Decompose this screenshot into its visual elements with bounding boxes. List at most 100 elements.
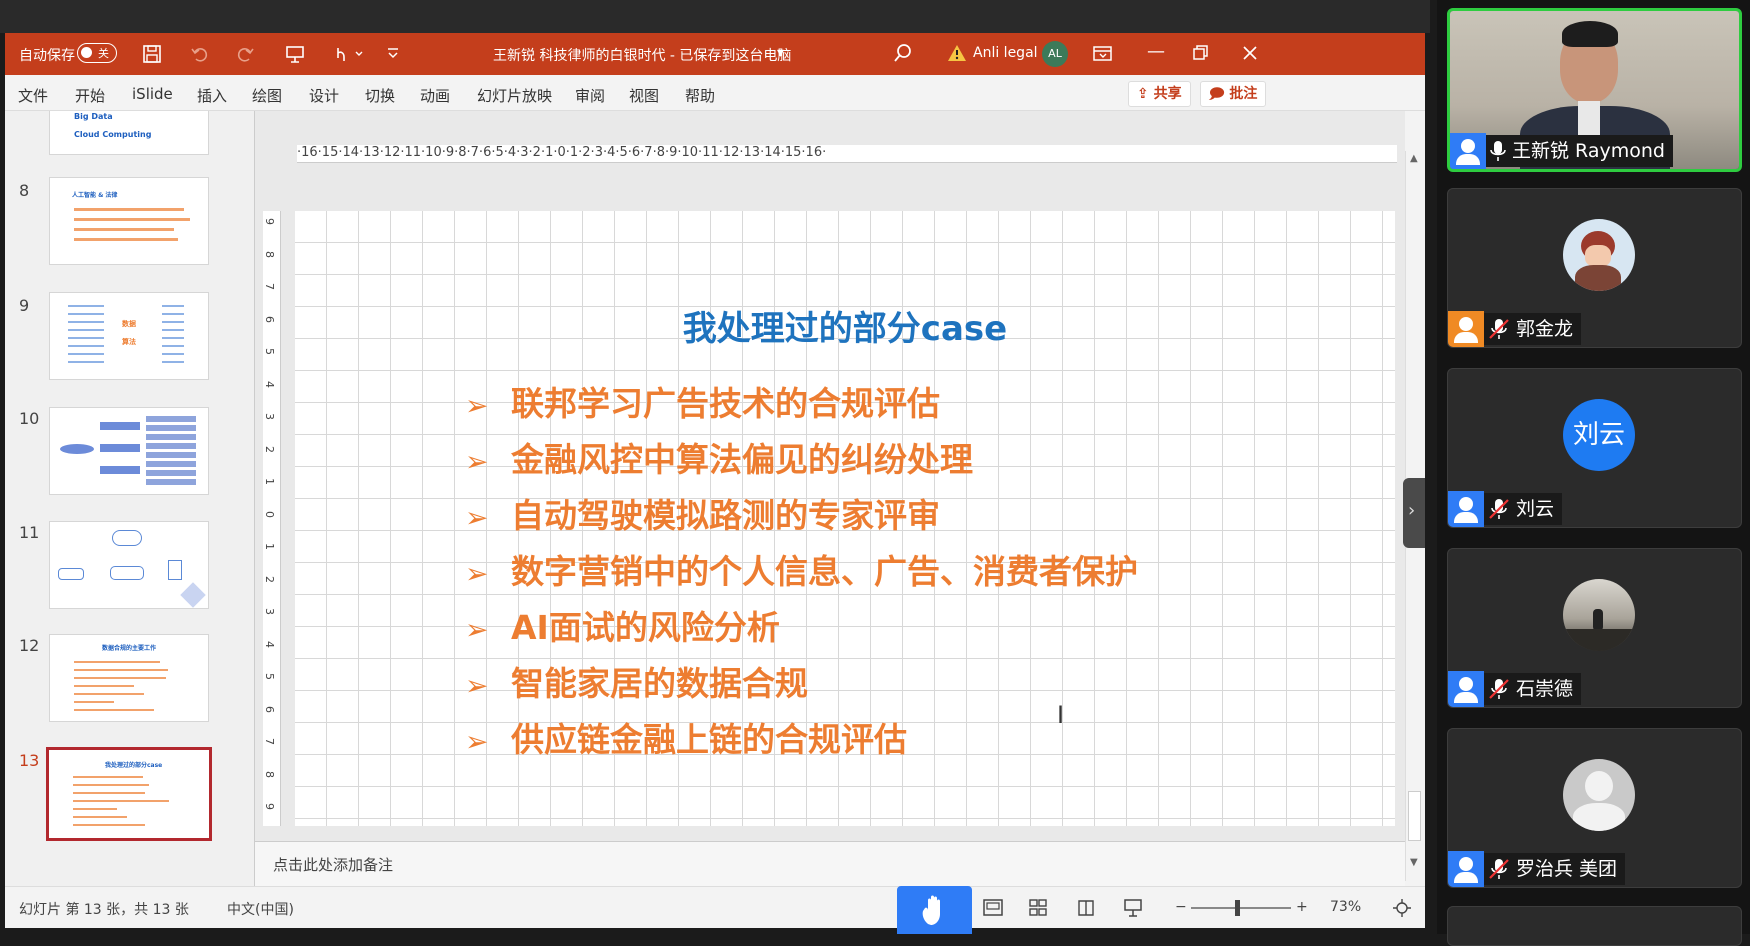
avatar: 刘云 (1563, 399, 1635, 471)
fit-to-window-icon[interactable] (1393, 899, 1411, 917)
mic-icon (1490, 141, 1506, 161)
bullet-item[interactable]: ➢ AI面试的风险分析 (465, 601, 780, 651)
avatar (1563, 579, 1635, 651)
bullet-item[interactable]: ➢ 供应链金融上链的合规评估 (465, 713, 907, 763)
participant-nametag: 石崇德 (1448, 671, 1582, 707)
zoom-level[interactable]: 73% (1330, 899, 1361, 915)
slide-thumbnail-12[interactable]: 数据合规的主要工作 (49, 634, 209, 722)
menu-draw[interactable]: 绘图 (252, 85, 282, 106)
menu-transitions[interactable]: 切换 (365, 85, 395, 106)
redo-icon[interactable] (235, 44, 255, 64)
bullet-item[interactable]: ➢ 金融风控中算法偏见的纠纷处理 (465, 433, 973, 483)
notes-pane[interactable]: 点击此处添加备注 (255, 841, 1405, 886)
zoom-in-icon[interactable]: + (1296, 899, 1308, 915)
user-icon (1448, 671, 1484, 707)
scroll-up-icon[interactable]: ▲ (1410, 153, 1418, 164)
participant-nametag: 刘云 (1448, 491, 1563, 527)
ribbon-display-options-icon[interactable] (1093, 45, 1113, 63)
participant-tile-partial[interactable] (1447, 906, 1742, 946)
chevron-right-icon: › (1408, 500, 1416, 521)
status-bar: 幻灯片 第 13 张，共 13 张 中文(中国) − + 73% (5, 886, 1425, 928)
language-indicator[interactable]: 中文(中国) (227, 899, 294, 919)
title-dropdown-icon[interactable]: ▾ (777, 45, 784, 61)
menu-help[interactable]: 帮助 (685, 85, 715, 106)
participant-tile-active[interactable]: 王新锐 Raymond (1447, 8, 1742, 172)
slideshow-view-icon[interactable] (1123, 898, 1143, 918)
menu-insert[interactable]: 插入 (197, 85, 227, 106)
mic-muted-icon (1489, 859, 1509, 879)
menu-home[interactable]: 开始 (75, 85, 105, 106)
vertical-ruler-tick: 4 (263, 380, 276, 388)
slide-thumbnails-pane: Big Data Cloud Computing 8 人工智能 & 法律 9 数… (5, 111, 255, 886)
participant-name: 王新锐 Raymond (1512, 140, 1665, 162)
participant-tile[interactable]: 郭金龙 (1447, 188, 1742, 348)
vertical-ruler-tick: 4 (263, 640, 276, 648)
search-icon[interactable] (893, 43, 913, 63)
zoom-slider-handle[interactable] (1235, 900, 1240, 916)
current-slide[interactable]: 我处理过的部分case ➢ 联邦学习广告技术的合规评估 ➢ 金融风控中算法偏见的纠纷… (295, 211, 1395, 826)
account-avatar[interactable]: AL (1042, 41, 1068, 67)
reading-view-icon[interactable] (1077, 899, 1095, 917)
slide-thumbnail-10[interactable] (49, 407, 209, 495)
undo-icon[interactable] (190, 44, 210, 64)
bullet-item[interactable]: ➢ 智能家居的数据合规 (465, 657, 808, 707)
slide-thumbnail-11[interactable] (49, 521, 209, 609)
zoom-out-icon[interactable]: − (1175, 899, 1187, 915)
slide-thumbnail-13-selected[interactable]: 我处理过的部分case (46, 747, 212, 841)
customize-toolbar-icon[interactable] (385, 44, 401, 64)
share-button[interactable]: ⇪ 共享 (1128, 81, 1191, 107)
vertical-ruler-tick: 8 (263, 770, 276, 778)
notes-placeholder[interactable]: 点击此处添加备注 (273, 854, 393, 875)
vertical-ruler-tick: 6 (263, 705, 276, 713)
account-name[interactable]: Anli legal (973, 45, 1038, 61)
slide-sorter-icon[interactable] (1029, 899, 1047, 917)
hand-icon (922, 895, 940, 925)
vertical-ruler-tick: 3 (263, 608, 276, 615)
participant-tile[interactable]: 刘云 刘云 (1447, 368, 1742, 528)
normal-view-icon[interactable] (983, 899, 1003, 917)
scrollbar-thumb[interactable] (1408, 791, 1421, 841)
bullet-item[interactable]: ➢ 联邦学习广告技术的合规评估 (465, 377, 940, 427)
restore-icon[interactable] (1193, 45, 1209, 61)
participant-name: 郭金龙 (1516, 318, 1574, 340)
slide-thumbnail-8[interactable]: 人工智能 & 法律 (49, 177, 209, 265)
scroll-down-icon[interactable]: ▼ (1410, 857, 1418, 868)
close-icon[interactable] (1242, 45, 1258, 61)
comments-button[interactable]: 🗩 批注 (1200, 81, 1267, 107)
menu-islide[interactable]: iSlide (132, 85, 173, 103)
user-icon (1448, 851, 1484, 887)
avatar (1563, 759, 1635, 831)
mic-muted-icon (1489, 499, 1509, 519)
document-title[interactable]: 王新锐 科技律师的白银时代 - 已保存到这台电脑 (493, 45, 791, 65)
minimize-icon[interactable]: — (1147, 41, 1165, 62)
menu-slideshow[interactable]: 幻灯片放映 (477, 85, 552, 106)
menu-view[interactable]: 视图 (629, 85, 659, 106)
zoom-slider[interactable] (1191, 900, 1291, 916)
arrow-bullet-icon: ➢ (465, 669, 489, 702)
slide-counter: 幻灯片 第 13 张，共 13 张 (19, 902, 189, 918)
horizontal-ruler: ·16·15·14·13·12·11·10·9·8·7·6·5·4·3·2·1·… (297, 145, 1397, 163)
participant-tile[interactable]: 罗治兵 美团 (1447, 728, 1742, 888)
slide-thumbnail-7[interactable]: Big Data Cloud Computing (49, 111, 209, 155)
slide-title[interactable]: 我处理过的部分case (255, 301, 1425, 350)
menu-animations[interactable]: 动画 (420, 85, 450, 106)
panel-toggle-handle[interactable]: › (1403, 478, 1425, 548)
slide-thumbnail-9[interactable]: 数据 算法 (49, 292, 209, 380)
menu-file[interactable]: 文件 (18, 85, 48, 106)
autosave-toggle[interactable]: 关 (77, 43, 117, 63)
participant-name: 刘云 (1516, 498, 1555, 520)
vertical-ruler-tick: 1 (263, 543, 276, 550)
menu-review[interactable]: 审阅 (575, 85, 605, 106)
bullet-item[interactable]: ➢ 数字营销中的个人信息、广告、消费者保护 (465, 545, 1138, 595)
save-icon[interactable] (142, 44, 162, 64)
vertical-ruler-tick: 2 (263, 445, 276, 453)
bullet-item[interactable]: ➢ 自动驾驶模拟路测的专家评审 (465, 489, 940, 539)
avatar (1563, 219, 1635, 291)
present-from-start-icon[interactable] (285, 44, 305, 64)
participant-tile[interactable]: 石崇德 (1447, 548, 1742, 708)
title-bar: 自动保存 关 王新锐 科技律师的白银时代 - 已保存到这台电脑 ▾ Anli l… (5, 33, 1425, 75)
vertical-ruler-tick: 9 (263, 803, 276, 810)
touch-mode-icon[interactable] (332, 44, 366, 64)
raise-hand-button[interactable] (897, 886, 972, 934)
menu-design[interactable]: 设计 (309, 85, 339, 106)
